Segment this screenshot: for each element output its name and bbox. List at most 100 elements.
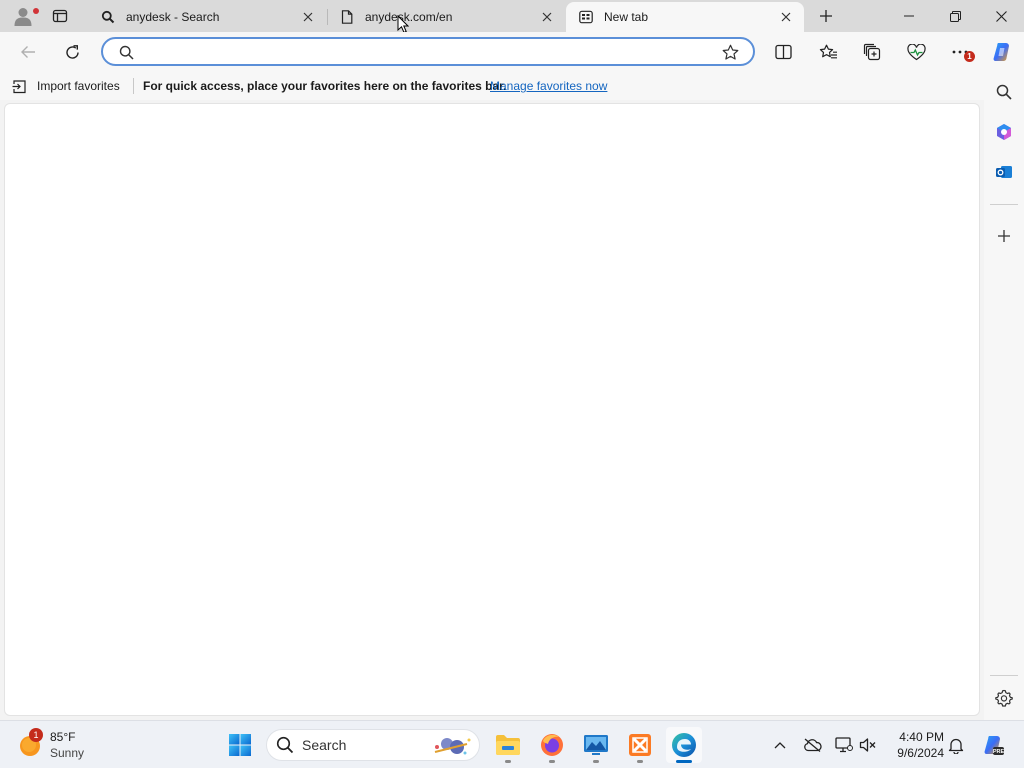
edge-sidebar — [984, 72, 1024, 720]
taskbar-search-box[interactable]: Search — [266, 729, 480, 761]
microsoft365-icon — [997, 124, 1011, 140]
weather-temperature: 85°F — [50, 730, 76, 744]
browser-essentials-button[interactable] — [900, 36, 932, 68]
plus-icon — [998, 230, 1010, 242]
taskbar-xampp[interactable] — [622, 727, 658, 763]
tab-anydesk-search[interactable]: anydesk - Search — [88, 2, 326, 32]
close-icon — [303, 12, 313, 22]
tray-network[interactable] — [834, 735, 854, 755]
restore-button[interactable] — [932, 0, 978, 32]
close-icon — [542, 12, 552, 22]
clock-time: 4:40 PM — [899, 730, 944, 744]
xampp-icon — [629, 734, 651, 756]
running-indicator — [593, 760, 599, 763]
weather-badge: 1 — [29, 728, 43, 742]
taskbar-copilot-button[interactable]: PRE — [980, 732, 1006, 758]
tab-actions-icon — [52, 9, 68, 23]
taskbar-search-label: Search — [302, 737, 347, 753]
taskbar-firefox[interactable] — [534, 727, 570, 763]
tab-title: anydesk.com/en — [365, 10, 453, 24]
running-indicator — [505, 760, 511, 763]
sidebar-microsoft365-button[interactable] — [988, 116, 1020, 148]
search-icon — [119, 45, 134, 60]
sunny-weather-icon: 1 — [18, 728, 43, 757]
clock-date: 9/6/2024 — [897, 746, 944, 760]
newtab-icon — [578, 9, 594, 25]
copilot-button[interactable] — [986, 36, 1018, 68]
import-favorites-label: Import favorites — [37, 79, 120, 93]
windows-taskbar: 1 85°F Sunny Search 4:40 PM 9/6/2024 PRE — [0, 720, 1024, 768]
refresh-button[interactable] — [56, 36, 88, 68]
close-icon — [995, 10, 1007, 22]
refresh-icon — [65, 44, 79, 59]
tab-new-tab[interactable]: New tab — [566, 2, 804, 32]
minimize-button[interactable] — [886, 0, 932, 32]
active-indicator — [676, 760, 692, 763]
taskbar-remote-desktop[interactable] — [578, 727, 614, 763]
manage-favorites-link[interactable]: Manage favorites now — [490, 79, 607, 93]
favorite-star-icon[interactable] — [722, 44, 739, 61]
back-arrow-icon — [21, 46, 35, 58]
sidebar-divider — [990, 675, 1018, 676]
cloud-offline-icon — [803, 738, 822, 752]
address-input[interactable] — [143, 42, 717, 64]
running-indicator — [549, 760, 555, 763]
back-button[interactable] — [12, 36, 44, 68]
minimize-icon — [904, 15, 914, 17]
tab-anydesk-com[interactable]: anydesk.com/en — [327, 2, 565, 32]
copilot-icon — [993, 43, 1009, 61]
start-button[interactable] — [226, 731, 254, 759]
new-tab-button[interactable] — [812, 3, 840, 29]
clock[interactable]: 4:40 PM 9/6/2024 — [884, 729, 944, 761]
profile-avatar-icon — [14, 8, 32, 26]
favorites-separator — [133, 78, 134, 94]
favorites-bar: Import favorites For quick access, place… — [0, 72, 984, 100]
sidebar-divider — [990, 204, 1018, 205]
tab-close-button[interactable] — [298, 7, 318, 27]
favorites-bar-message: For quick access, place your favorites h… — [143, 79, 507, 93]
chevron-up-icon — [774, 742, 786, 749]
sidebar-settings-button[interactable] — [988, 682, 1020, 714]
collections-icon — [863, 43, 881, 61]
tab-strip: anydesk - Search anydesk.com/en New tab — [0, 0, 1024, 34]
close-window-button[interactable] — [978, 0, 1024, 32]
notifications-button[interactable] — [946, 735, 966, 755]
copilot-icon: PRE — [984, 736, 1004, 755]
address-bar[interactable] — [101, 37, 755, 66]
import-favorites-icon — [12, 79, 26, 93]
favorites-button[interactable] — [812, 36, 844, 68]
tab-close-button[interactable] — [537, 7, 557, 27]
search-icon — [100, 9, 116, 25]
split-screen-button[interactable] — [767, 36, 799, 68]
collections-button[interactable] — [856, 36, 888, 68]
volume-muted-icon — [859, 738, 876, 752]
page-content-area[interactable] — [4, 103, 980, 716]
tray-volume[interactable] — [858, 735, 878, 755]
search-icon — [276, 736, 294, 754]
sidebar-search-button[interactable] — [988, 76, 1020, 108]
tab-close-button[interactable] — [776, 7, 796, 27]
tray-onedrive[interactable] — [802, 735, 822, 755]
tab-title: anydesk - Search — [126, 10, 220, 24]
taskbar-file-explorer[interactable] — [490, 727, 526, 763]
network-icon — [835, 737, 853, 753]
weather-widget[interactable]: 1 85°F Sunny — [18, 727, 84, 763]
firefox-icon — [541, 734, 563, 756]
weather-condition: Sunny — [50, 746, 85, 760]
profile-button[interactable] — [6, 3, 40, 29]
notification-badge: 1 — [964, 51, 975, 62]
favorites-list-icon — [819, 44, 837, 58]
sidebar-add-button[interactable] — [988, 220, 1020, 252]
tab-actions-button[interactable] — [46, 4, 74, 28]
show-hidden-icons-button[interactable] — [770, 735, 790, 755]
remote-desktop-icon — [584, 735, 608, 755]
search-icon — [996, 84, 1012, 100]
import-favorites-button[interactable]: Import favorites — [12, 77, 120, 95]
search-highlight-art-icon — [434, 738, 471, 755]
split-screen-icon — [774, 44, 792, 60]
outlook-icon — [996, 166, 1012, 178]
file-explorer-icon — [496, 735, 520, 755]
taskbar-edge[interactable] — [666, 727, 702, 763]
sidebar-outlook-button[interactable] — [988, 156, 1020, 188]
tab-title: New tab — [604, 10, 649, 24]
